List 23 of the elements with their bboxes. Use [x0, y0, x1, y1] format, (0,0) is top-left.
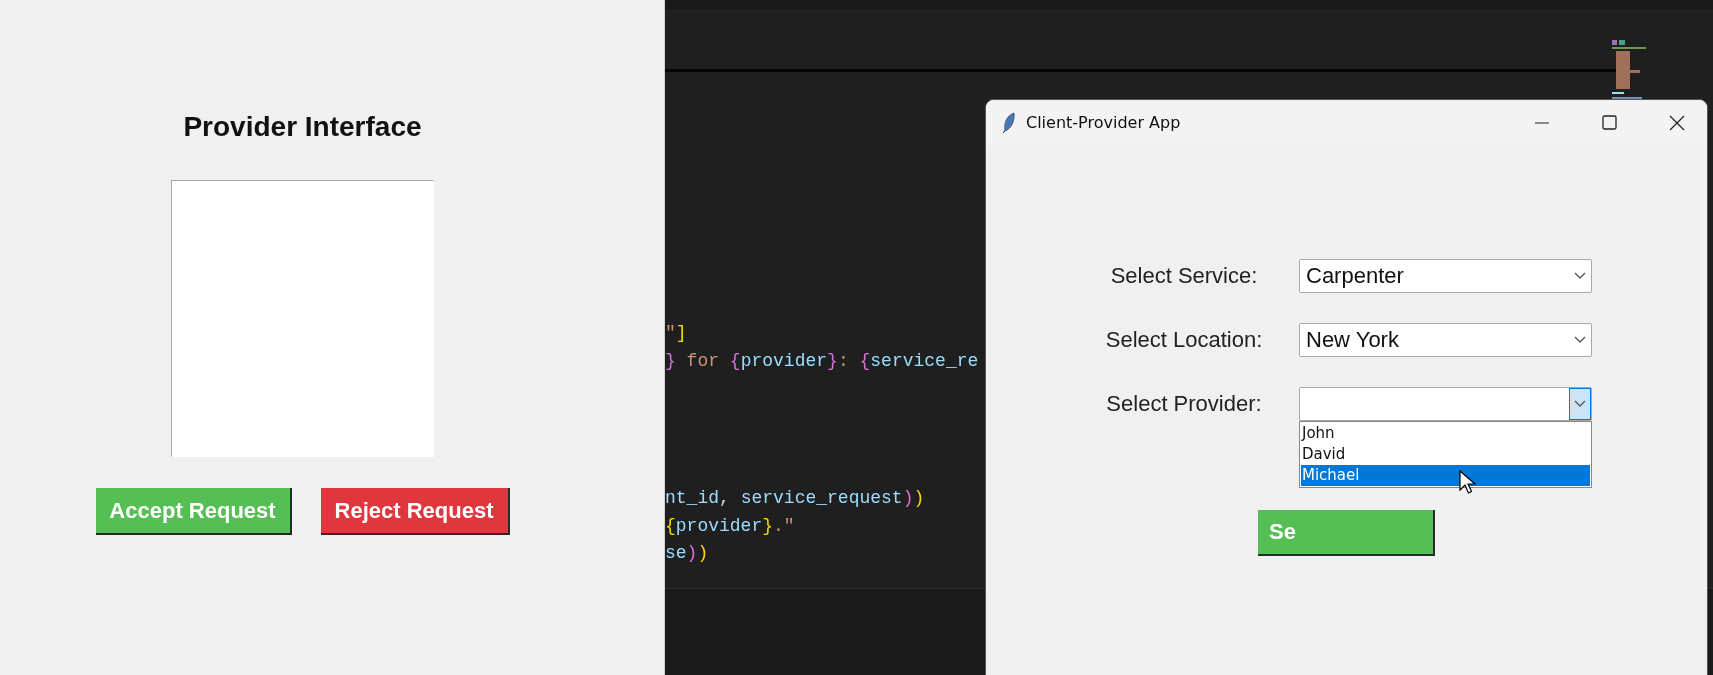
dropdown-option[interactable]: Michael	[1301, 465, 1590, 486]
chevron-icon	[1574, 272, 1586, 280]
field-label: Select Service:	[1109, 263, 1259, 289]
code-line: {provider}."	[665, 514, 795, 538]
dropdown-field[interactable]: New York	[1299, 323, 1592, 357]
field-label: Select Provider:	[1105, 391, 1263, 417]
close-icon[interactable]	[1669, 114, 1685, 131]
dropdown-field[interactable]	[1299, 387, 1592, 421]
field-label: Select Location:	[1104, 327, 1264, 353]
chevron-icon	[1574, 336, 1586, 344]
window-title: Client-Provider App	[1026, 113, 1181, 132]
request-button[interactable]: Reject Request	[320, 488, 510, 535]
chevron-icon	[1574, 400, 1586, 408]
dropdown-option[interactable]: John	[1301, 423, 1590, 444]
maximize-icon[interactable]	[1602, 115, 1617, 130]
dropdown-option[interactable]: David	[1301, 444, 1590, 465]
code-line: nt_id, service_request))	[665, 487, 925, 510]
code-line: "]	[665, 322, 687, 345]
code-line: } for {provider}: {service_re	[665, 349, 979, 373]
code-line: se))	[665, 542, 709, 565]
panel-title: Provider Interface	[183, 110, 422, 144]
dropdown-field[interactable]: Carpenter	[1299, 259, 1592, 293]
feather-icon	[1002, 111, 1016, 134]
